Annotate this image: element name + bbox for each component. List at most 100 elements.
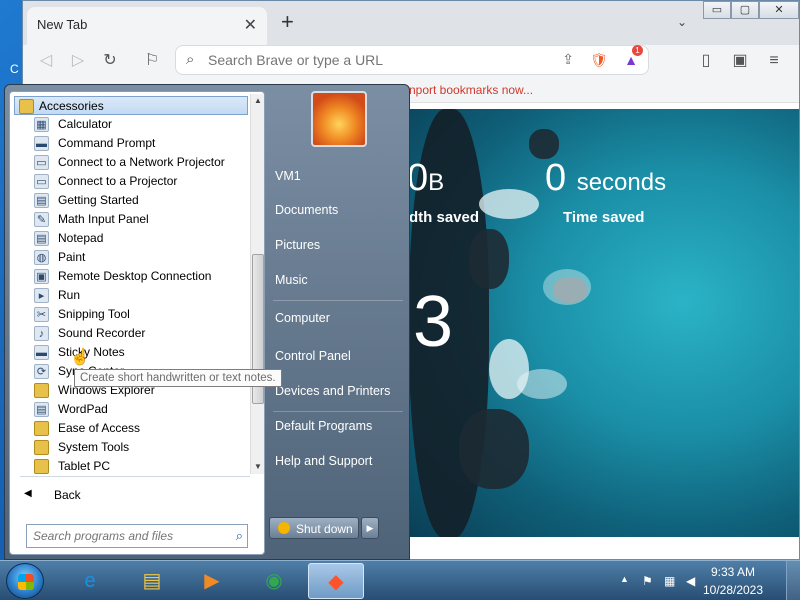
sidebar-icon[interactable]: ▯ <box>695 50 717 72</box>
program-item[interactable]: ▣ Remote Desktop Connection <box>10 267 250 286</box>
program-item[interactable]: ▬ Sticky Notes <box>10 343 250 362</box>
show-desktop-button[interactable] <box>786 561 800 600</box>
places-pane: VM1 Documents Pictures Music Computer Control… <box>267 85 411 561</box>
menu-icon[interactable]: ≡ <box>763 50 785 72</box>
music-link[interactable]: Music <box>275 273 308 287</box>
time-saved-label: Time saved <box>563 209 645 226</box>
start-search-box[interactable]: ⌕ <box>26 524 248 548</box>
search-programs-input[interactable] <box>33 529 223 543</box>
shutdown-button[interactable]: Shut down <box>269 517 359 539</box>
program-item[interactable]: ▦ Calculator <box>10 115 250 134</box>
calculator-icon: ▦ <box>34 117 49 132</box>
forward-icon[interactable]: ▷ <box>67 50 89 72</box>
start-button[interactable] <box>6 563 44 599</box>
program-label: Calculator <box>58 117 113 131</box>
maximize-button[interactable]: ▢ <box>731 1 759 19</box>
program-label: System Tools <box>58 440 130 454</box>
projector-icon: ▭ <box>34 174 49 189</box>
clock[interactable]: 9:33 AM 10/28/2023 <box>696 565 770 597</box>
user-folder-link[interactable]: VM1 <box>275 169 301 183</box>
windows-logo-icon <box>18 574 34 590</box>
network-icon[interactable]: ▦ <box>664 574 675 588</box>
computer-link[interactable]: Computer <box>275 311 330 325</box>
program-label: Connect to a Projector <box>58 174 178 188</box>
program-label: Notepad <box>58 231 104 245</box>
import-bookmarks-link[interactable]: nport bookmarks now... <box>409 83 533 97</box>
scroll-up-icon[interactable]: ▲ <box>251 94 265 108</box>
minimize-button[interactable]: ▭ <box>703 1 731 19</box>
program-item[interactable]: ▤ Getting Started <box>10 191 250 210</box>
close-window-button[interactable]: ✕ <box>759 1 799 19</box>
programs-scrollbar[interactable]: ▲ ▼ <box>250 94 264 474</box>
volume-icon[interactable]: ◀ <box>686 574 695 588</box>
close-icon[interactable]: ✕ <box>244 15 257 35</box>
media-player-icon[interactable]: ▶ <box>184 563 240 599</box>
program-folder-accessories[interactable]: Accessories <box>14 96 248 115</box>
new-tab-page-background: 0B dth saved 0 seconds Time saved 3 <box>409 109 799 537</box>
chevron-down-icon[interactable]: ⌄ <box>677 15 687 29</box>
notepad-icon: ▤ <box>34 231 49 246</box>
program-item[interactable]: ▸ Run <box>10 286 250 305</box>
getting-started-icon: ▤ <box>34 193 49 208</box>
shutdown-options-button[interactable]: ▶ <box>361 517 379 539</box>
chrome-icon[interactable]: ◉ <box>246 563 302 599</box>
sticky-notes-icon: ▬ <box>34 345 49 360</box>
address-input[interactable] <box>208 52 538 68</box>
back-arrow-icon: ◀ <box>24 488 32 499</box>
separator <box>273 300 403 301</box>
address-bar[interactable]: ⌕ ⇪ 🛡 ▲1 <box>175 45 649 75</box>
program-item[interactable]: ▬ Command Prompt <box>10 134 250 153</box>
search-icon[interactable]: ⌕ <box>236 528 243 544</box>
program-item[interactable]: ▭ Connect to a Projector <box>10 172 250 191</box>
share-icon[interactable]: ⇪ <box>562 51 574 68</box>
program-item[interactable]: ✂ Snipping Tool <box>10 305 250 324</box>
new-tab-button[interactable]: + <box>281 11 294 33</box>
program-item[interactable]: ♪ Sound Recorder <box>10 324 250 343</box>
browser-toolbar: ◁ ▷ ↻ ⚐ ⌕ ⇪ 🛡 ▲1 ▯ ▣ ≡ <box>23 45 799 77</box>
documents-link[interactable]: Documents <box>275 203 338 217</box>
program-label: Command Prompt <box>58 136 156 150</box>
program-item[interactable]: ◍ Paint <box>10 248 250 267</box>
brave-icon[interactable]: ◆ <box>308 563 364 599</box>
program-item[interactable]: ✎ Math Input Panel <box>10 210 250 229</box>
devices-printers-link[interactable]: Devices and Printers <box>275 384 390 398</box>
control-panel-link[interactable]: Control Panel <box>275 349 351 363</box>
file-explorer-icon[interactable]: ▤ <box>124 563 180 599</box>
back-icon[interactable]: ◁ <box>35 50 57 72</box>
internet-explorer-icon[interactable]: e <box>62 563 118 599</box>
program-label: WordPad <box>58 402 108 416</box>
program-label: Sound Recorder <box>58 326 146 340</box>
command-prompt-icon: ▬ <box>34 136 49 151</box>
show-hidden-icons[interactable]: ▲ <box>620 574 629 584</box>
wordpad-icon: ▤ <box>34 402 49 417</box>
scroll-down-icon[interactable]: ▼ <box>251 460 265 474</box>
bandwidth-saved-label: dth saved <box>409 209 480 226</box>
brave-shield-icon[interactable]: 🛡 <box>588 49 610 71</box>
program-label: Tablet PC <box>58 459 111 473</box>
default-programs-link[interactable]: Default Programs <box>275 419 372 433</box>
program-item[interactable]: ▤ Notepad <box>10 229 250 248</box>
divider <box>20 476 250 477</box>
action-center-icon[interactable]: ⚑ <box>642 574 653 588</box>
program-label: Snipping Tool <box>58 307 130 321</box>
user-avatar[interactable] <box>311 91 367 147</box>
run-icon: ▸ <box>34 288 49 303</box>
desktop-label: C <box>10 62 19 76</box>
program-item[interactable]: System Tools <box>10 438 250 457</box>
start-menu: Accessories ▦ Calculator ▬ Command Prompt ▭ C… <box>4 84 410 560</box>
microphone-icon: ♪ <box>34 326 49 341</box>
tab-new-tab[interactable]: New Tab ✕ <box>27 7 267 45</box>
program-item[interactable]: ▤ WordPad <box>10 400 250 419</box>
reload-icon[interactable]: ↻ <box>99 50 121 72</box>
folder-icon <box>34 383 49 398</box>
program-item[interactable]: Ease of Access <box>10 419 250 438</box>
wallet-icon[interactable]: ▣ <box>729 50 751 72</box>
pictures-link[interactable]: Pictures <box>275 238 320 252</box>
bookmark-icon[interactable]: ⚐ <box>141 50 163 72</box>
program-item[interactable]: Tablet PC <box>10 457 250 474</box>
help-support-link[interactable]: Help and Support <box>275 454 372 468</box>
math-input-icon: ✎ <box>34 212 49 227</box>
back-button[interactable]: ◀ Back <box>10 486 250 506</box>
program-item[interactable]: ▭ Connect to a Network Projector <box>10 153 250 172</box>
brave-rewards-icon[interactable]: ▲ 1 <box>620 45 643 71</box>
